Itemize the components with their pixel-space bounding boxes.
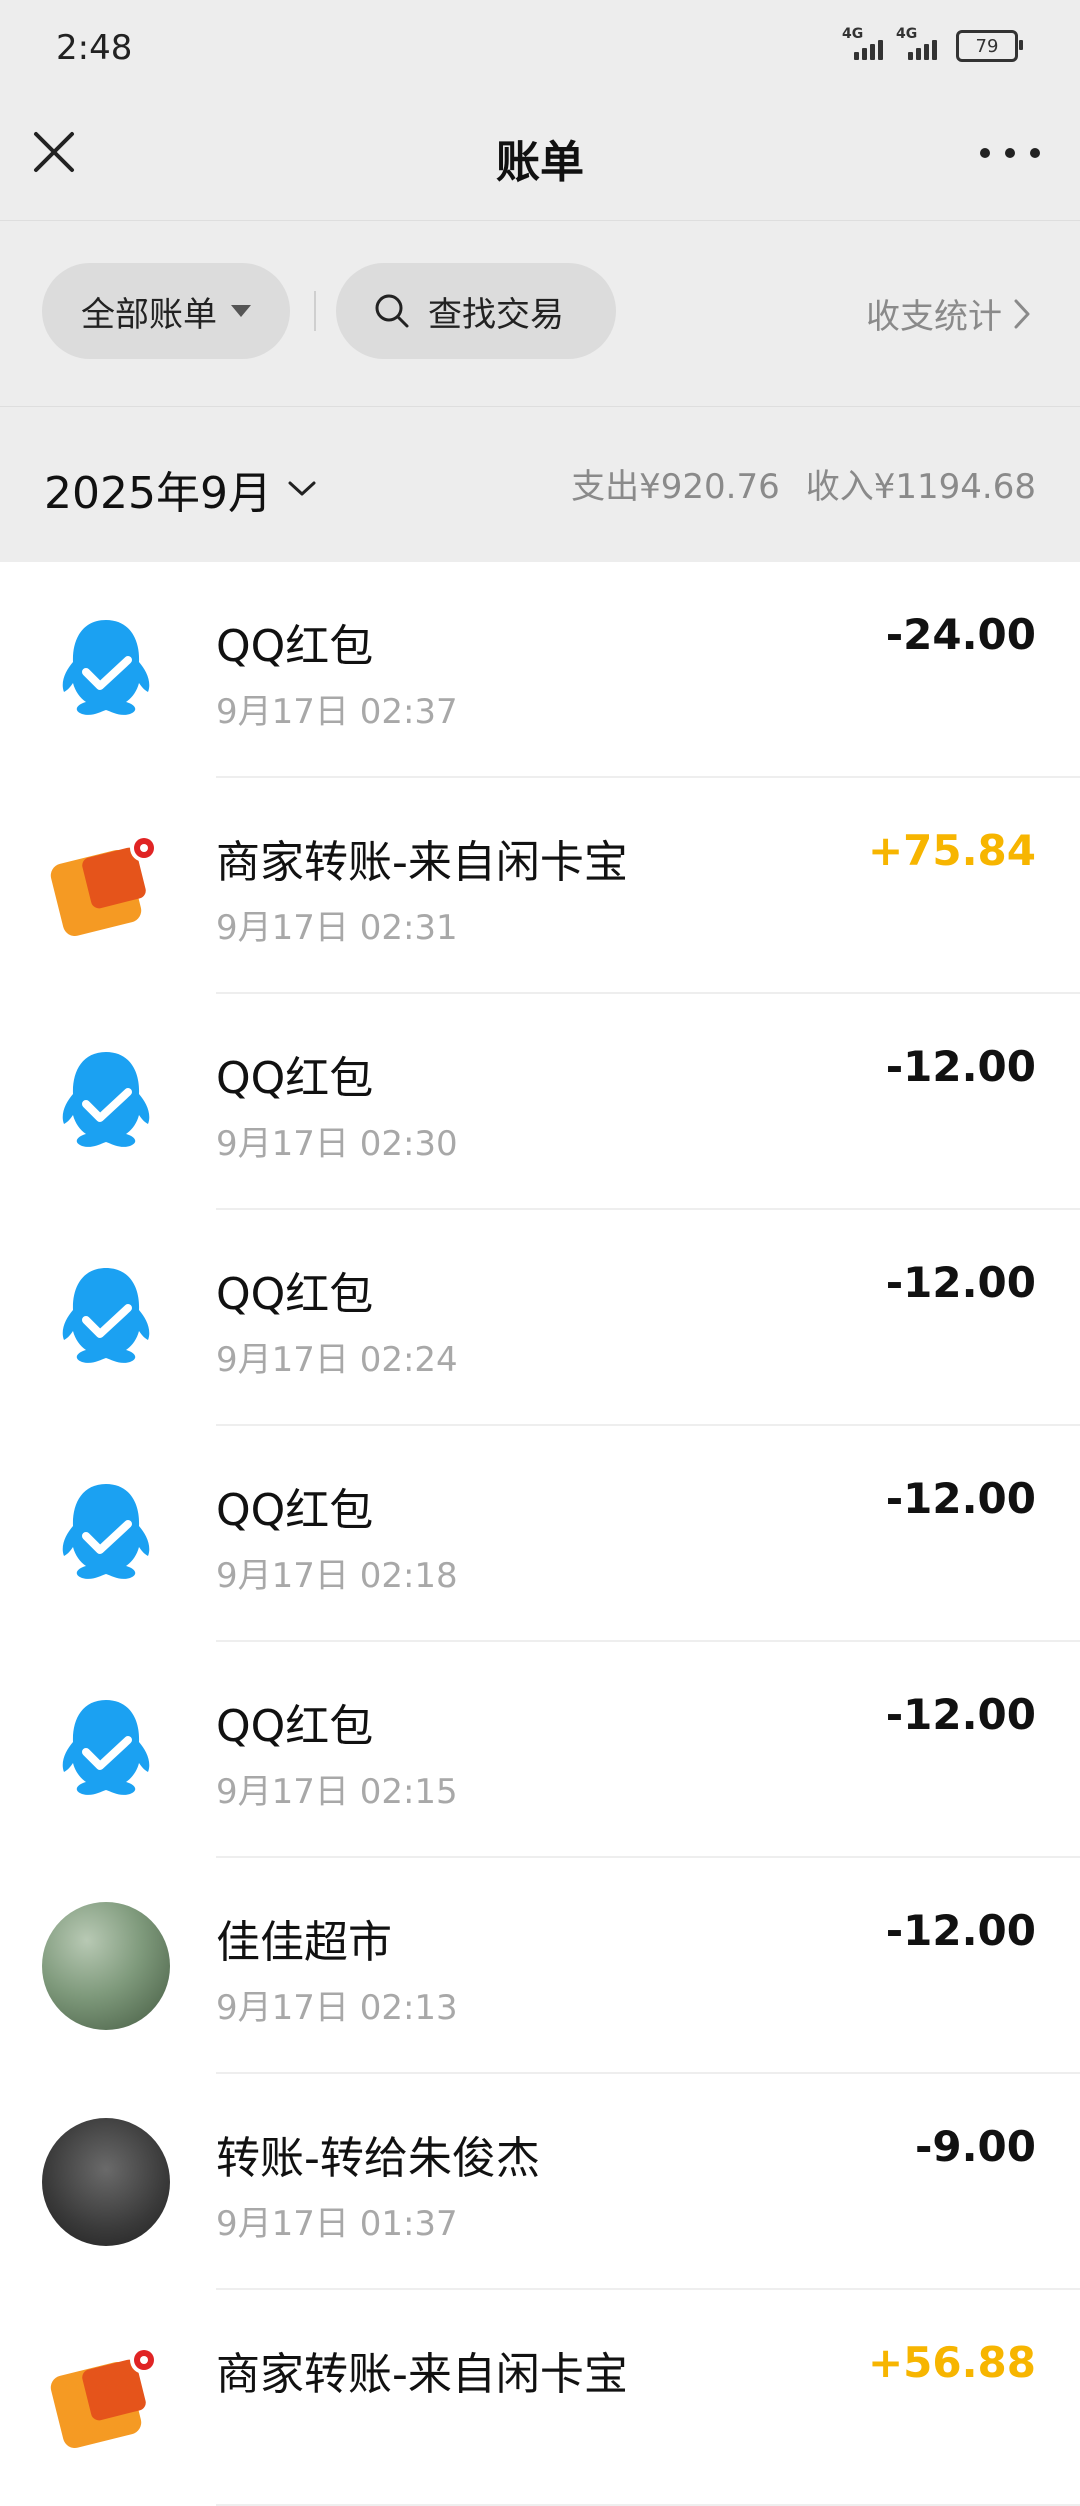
month-totals: 支出¥920.76 收入¥1194.68	[571, 459, 1036, 508]
network-type-label: 4G	[896, 26, 918, 42]
month-summary-bar: 2025年9月 支出¥920.76 收入¥1194.68	[0, 406, 1080, 563]
transaction-amount: -12.00	[885, 1474, 1036, 1523]
qq-icon	[42, 1470, 170, 1598]
all-bills-label: 全部账单	[81, 294, 217, 335]
search-label: 查找交易	[428, 294, 564, 335]
more-icon	[980, 148, 990, 158]
transaction-row[interactable]: 佳佳超市 9月17日 02:13 -12.00	[0, 1858, 1080, 2074]
transaction-title: 转账-转给朱俊杰	[216, 2133, 540, 2184]
battery-level: 79	[975, 35, 999, 57]
status-icons: 4G 4G 79	[842, 26, 1023, 62]
transaction-title: QQ红包	[216, 1269, 374, 1320]
transaction-amount: -12.00	[885, 1906, 1036, 1955]
transaction-amount: -24.00	[885, 610, 1036, 659]
transaction-time: 9月17日 02:18	[216, 1556, 458, 1596]
dropdown-triangle-icon	[231, 305, 251, 317]
transaction-amount: +75.84	[867, 826, 1036, 875]
transaction-row[interactable]: QQ红包 9月17日 02:30 -12.00	[0, 994, 1080, 1210]
network-type-label: 4G	[842, 26, 864, 42]
transaction-title: 商家转账-来自闲卡宝	[216, 2349, 628, 2400]
transaction-title: 商家转账-来自闲卡宝	[216, 837, 628, 888]
transaction-time: 9月17日 01:37	[216, 2204, 458, 2244]
transaction-row[interactable]: 转账-转给朱俊杰 9月17日 01:37 -9.00	[0, 2074, 1080, 2290]
merchant-wallet-icon	[42, 822, 170, 950]
transaction-amount: -12.00	[885, 1042, 1036, 1091]
transaction-amount: -12.00	[885, 1690, 1036, 1739]
transaction-row[interactable]: QQ红包 9月17日 02:15 -12.00	[0, 1642, 1080, 1858]
transaction-time: 9月17日 02:15	[216, 1772, 458, 1812]
filter-bar: 全部账单 查找交易 收支统计	[0, 220, 1080, 407]
search-transactions-button[interactable]: 查找交易	[336, 263, 616, 359]
merchant-wallet-icon	[42, 2334, 170, 2462]
transaction-title: QQ红包	[216, 1701, 374, 1752]
qq-icon	[42, 1254, 170, 1382]
stats-label: 收支统计	[866, 297, 1002, 337]
chevron-right-icon	[1014, 299, 1030, 328]
transaction-amount: -9.00	[914, 2122, 1036, 2171]
transaction-time: 9月17日 02:24	[216, 1340, 458, 1380]
more-button[interactable]	[980, 138, 1040, 168]
search-icon	[375, 294, 409, 328]
qq-icon	[42, 1686, 170, 1814]
transaction-title: QQ红包	[216, 1485, 374, 1536]
qq-icon	[42, 606, 170, 734]
person-avatar	[42, 2118, 170, 2246]
status-time: 2:48	[56, 28, 133, 68]
transaction-time: 9月17日 02:13	[216, 1988, 458, 2028]
transaction-title: QQ红包	[216, 621, 374, 672]
transaction-time: 9月17日 02:37	[216, 692, 458, 732]
qq-icon	[42, 1038, 170, 1166]
month-label: 2025年9月	[44, 468, 272, 519]
transaction-row[interactable]: QQ红包 9月17日 02:24 -12.00	[0, 1210, 1080, 1426]
transaction-amount: -12.00	[885, 1258, 1036, 1307]
transaction-row[interactable]: QQ红包 9月17日 02:37 -24.00	[0, 562, 1080, 778]
signal-icon: 4G	[896, 26, 942, 60]
transaction-row[interactable]: QQ红包 9月17日 02:18 -12.00	[0, 1426, 1080, 1642]
transaction-time: 9月17日 02:31	[216, 908, 458, 948]
transaction-row[interactable]: 商家转账-来自闲卡宝 9月17日 02:31 +75.84	[0, 778, 1080, 994]
nav-bar: 账单	[0, 96, 1080, 220]
signal-icon: 4G	[842, 26, 888, 60]
divider	[314, 291, 316, 331]
status-bar: 2:48 4G 4G 79	[0, 0, 1080, 96]
chevron-down-icon	[288, 481, 316, 496]
transaction-title: QQ红包	[216, 1053, 374, 1104]
transaction-list: QQ红包 9月17日 02:37 -24.00 商家转账-来自闲卡宝 9月17日 02…	[0, 562, 1080, 2506]
transaction-row[interactable]: 商家转账-来自闲卡宝 +56.88	[0, 2290, 1080, 2506]
income-total: 收入¥1194.68	[805, 467, 1036, 507]
all-bills-filter[interactable]: 全部账单	[42, 263, 290, 359]
page-title: 账单	[496, 137, 584, 188]
transaction-title: 佳佳超市	[216, 1917, 392, 1968]
transaction-amount: +56.88	[867, 2338, 1036, 2387]
month-selector[interactable]: 2025年9月	[44, 457, 318, 521]
battery-icon: 79	[956, 30, 1023, 62]
expense-total: 支出¥920.76	[571, 467, 780, 507]
income-expense-stats-link[interactable]: 收支统计	[866, 289, 1032, 338]
transaction-time: 9月17日 02:30	[216, 1124, 458, 1164]
store-avatar	[42, 1902, 170, 2030]
